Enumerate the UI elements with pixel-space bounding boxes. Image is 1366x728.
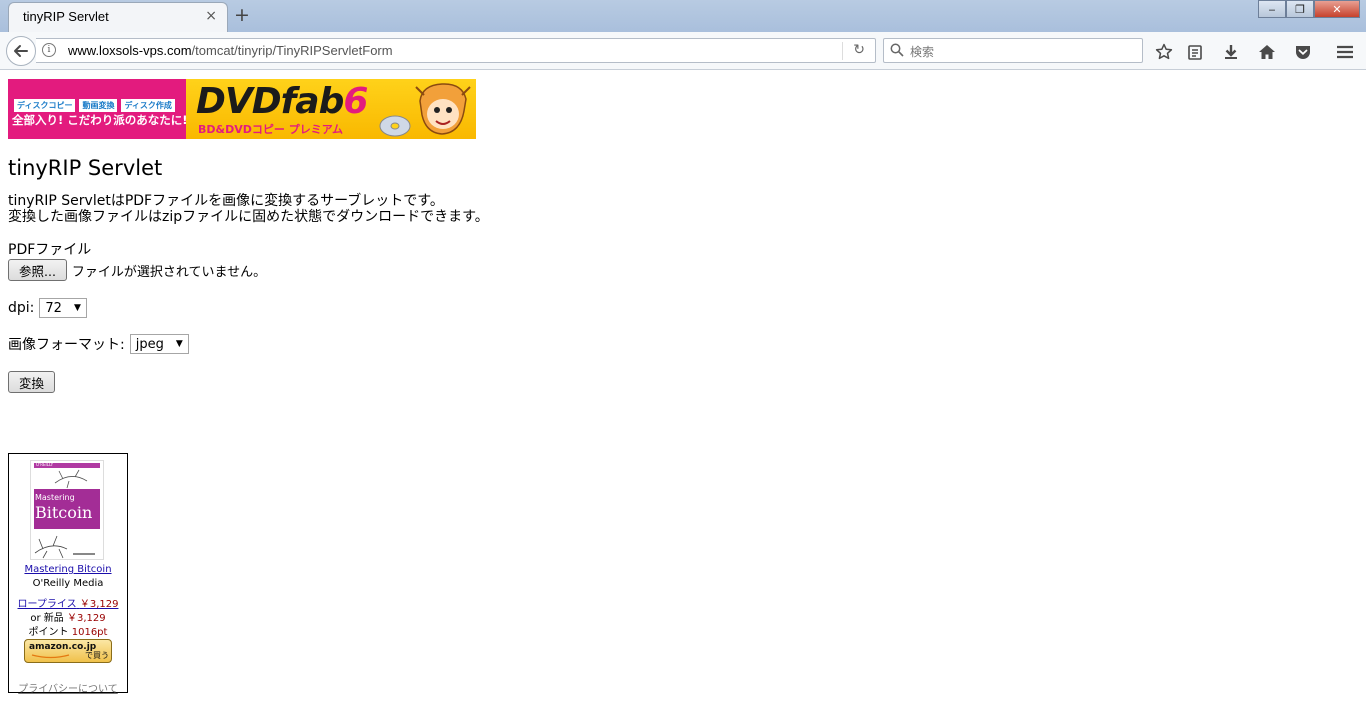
banner-right-panel: DVDfab6 BD&DVDコピー プレミアム bbox=[186, 79, 476, 139]
lowprice-row: ロープライス ￥3,129 bbox=[9, 595, 127, 610]
close-window-button[interactable]: ✕ bbox=[1314, 0, 1360, 18]
points-row: ポイント 1016pt bbox=[9, 623, 127, 638]
banner-tag: 動画変換 bbox=[79, 99, 118, 112]
search-placeholder: 検索 bbox=[910, 45, 935, 59]
points-label: ポイント bbox=[28, 627, 69, 638]
logo-number: 6 bbox=[343, 81, 368, 122]
dpi-selected-value: 72 bbox=[45, 300, 62, 316]
address-bar[interactable]: i www.loxsols-vps.com/tomcat/tinyrip/Tin… bbox=[36, 38, 876, 63]
downloads-icon[interactable] bbox=[1220, 41, 1242, 63]
pocket-icon[interactable] bbox=[1292, 41, 1314, 63]
dropdown-arrow-icon: ▼ bbox=[175, 339, 183, 349]
search-bar[interactable]: 検索 bbox=[883, 38, 1143, 63]
format-row: 画像フォーマット: jpeg ▼ bbox=[8, 334, 1358, 354]
reload-icon[interactable]: ↻ bbox=[853, 42, 865, 58]
page-description: tinyRIP ServletはPDFファイルを画像に変換するサーブレットです。… bbox=[8, 193, 1358, 225]
url-domain: www.loxsols-vps.com bbox=[68, 43, 192, 58]
reading-list-icon[interactable] bbox=[1184, 41, 1206, 63]
dpi-label: dpi: bbox=[8, 300, 35, 316]
format-selected-value: jpeg bbox=[135, 336, 164, 352]
back-button[interactable] bbox=[6, 36, 36, 66]
minimize-button[interactable]: ‒ bbox=[1258, 0, 1286, 18]
dvdfab-logo: DVDfab6 bbox=[196, 81, 368, 122]
format-label: 画像フォーマット: bbox=[8, 337, 125, 353]
book-cover-title-large: Bitcoin bbox=[35, 503, 93, 522]
banner-tags: ディスクコピー 動画変換 ディスク作成 bbox=[14, 99, 175, 112]
amazon-ad-box: O'REILLY Mastering Bitcoin Mastering Bit… bbox=[8, 453, 128, 695]
insect-illustration-icon bbox=[54, 469, 88, 489]
tab-close-icon[interactable]: × bbox=[205, 8, 217, 24]
url-path: /tomcat/tinyrip/TinyRIPServletForm bbox=[191, 43, 393, 58]
points-value: 1016pt bbox=[71, 627, 108, 638]
dpi-select[interactable]: 72 ▼ bbox=[39, 298, 87, 318]
page-content: ディスクコピー 動画変換 ディスク作成 全部入り! こだわり派のあなたに! DV… bbox=[8, 79, 1358, 695]
banner-slogan: 全部入り! こだわり派のあなたに! bbox=[12, 113, 188, 127]
pdf-file-label: PDFファイル bbox=[8, 242, 92, 258]
home-icon[interactable] bbox=[1256, 41, 1278, 63]
publisher-text: O'Reilly Media bbox=[32, 578, 104, 589]
book-cover-image[interactable]: O'REILLY Mastering Bitcoin bbox=[30, 460, 104, 560]
window-controls: ‒ ❐ ✕ bbox=[1258, 0, 1360, 18]
dpi-row: dpi: 72 ▼ bbox=[8, 298, 1358, 318]
tab-title: tinyRIP Servlet bbox=[23, 9, 109, 24]
banner-subtitle: BD&DVDコピー プレミアム bbox=[198, 123, 343, 136]
book-title-link-row: Mastering Bitcoin bbox=[9, 564, 127, 575]
buy-button-text: で買う bbox=[85, 651, 109, 660]
url-separator bbox=[842, 42, 843, 60]
browse-button[interactable]: 参照... bbox=[8, 259, 67, 281]
search-icon bbox=[890, 43, 904, 57]
privacy-link[interactable]: プライバシーについて bbox=[9, 680, 127, 695]
book-title-link[interactable]: Mastering Bitcoin bbox=[24, 564, 111, 575]
description-line: tinyRIP ServletはPDFファイルを画像に変換するサーブレットです。 bbox=[8, 193, 444, 209]
url-text: www.loxsols-vps.com/tomcat/tinyrip/TinyR… bbox=[68, 43, 393, 58]
dropdown-arrow-icon: ▼ bbox=[73, 303, 81, 313]
back-arrow-icon bbox=[14, 45, 28, 57]
bookmark-star-icon[interactable] bbox=[1153, 41, 1175, 63]
dvdfab-ad-banner[interactable]: ディスクコピー 動画変換 ディスク作成 全部入り! こだわり派のあなたに! DV… bbox=[8, 79, 476, 139]
banner-tag: ディスクコピー bbox=[14, 99, 76, 112]
maximize-button[interactable]: ❐ bbox=[1286, 0, 1314, 18]
file-input-row: 参照... ファイルが選択されていません。 bbox=[8, 259, 1358, 281]
book-publisher: O'REILLY bbox=[36, 462, 54, 467]
page-title: tinyRIP Servlet bbox=[8, 156, 163, 180]
convert-row: 変換 bbox=[8, 371, 1358, 393]
browser-tab[interactable]: tinyRIP Servlet × bbox=[8, 2, 228, 32]
new-price-row: or 新品 ￥3,129 bbox=[9, 609, 127, 624]
file-status-text: ファイルが選択されていません。 bbox=[71, 264, 267, 280]
description-line: 変換した画像ファイルはzipファイルに固めた状態でダウンロードできます。 bbox=[8, 209, 489, 225]
site-info-icon[interactable]: i bbox=[42, 43, 56, 57]
convert-button[interactable]: 変換 bbox=[8, 371, 56, 393]
mascot-icon bbox=[415, 83, 471, 135]
new-tab-button[interactable]: + bbox=[234, 4, 250, 26]
disc-icon bbox=[379, 115, 411, 137]
format-select[interactable]: jpeg ▼ bbox=[129, 334, 189, 354]
mosquito-illustration-icon bbox=[34, 535, 95, 559]
navigation-toolbar: i www.loxsols-vps.com/tomcat/tinyrip/Tin… bbox=[0, 32, 1366, 70]
window-titlebar: tinyRIP Servlet × + ‒ ❐ ✕ bbox=[0, 0, 1366, 32]
logo-text: DVDfab bbox=[196, 81, 344, 122]
book-cover-title-small: Mastering bbox=[35, 493, 75, 502]
banner-left-panel: ディスクコピー 動画変換 ディスク作成 全部入り! こだわり派のあなたに! bbox=[8, 79, 188, 139]
banner-tag: ディスク作成 bbox=[121, 99, 175, 112]
amazon-buy-button[interactable]: amazon.co.jp で買う bbox=[24, 639, 112, 663]
amazon-smile-icon bbox=[31, 654, 70, 659]
menu-hamburger-icon[interactable] bbox=[1334, 41, 1356, 63]
